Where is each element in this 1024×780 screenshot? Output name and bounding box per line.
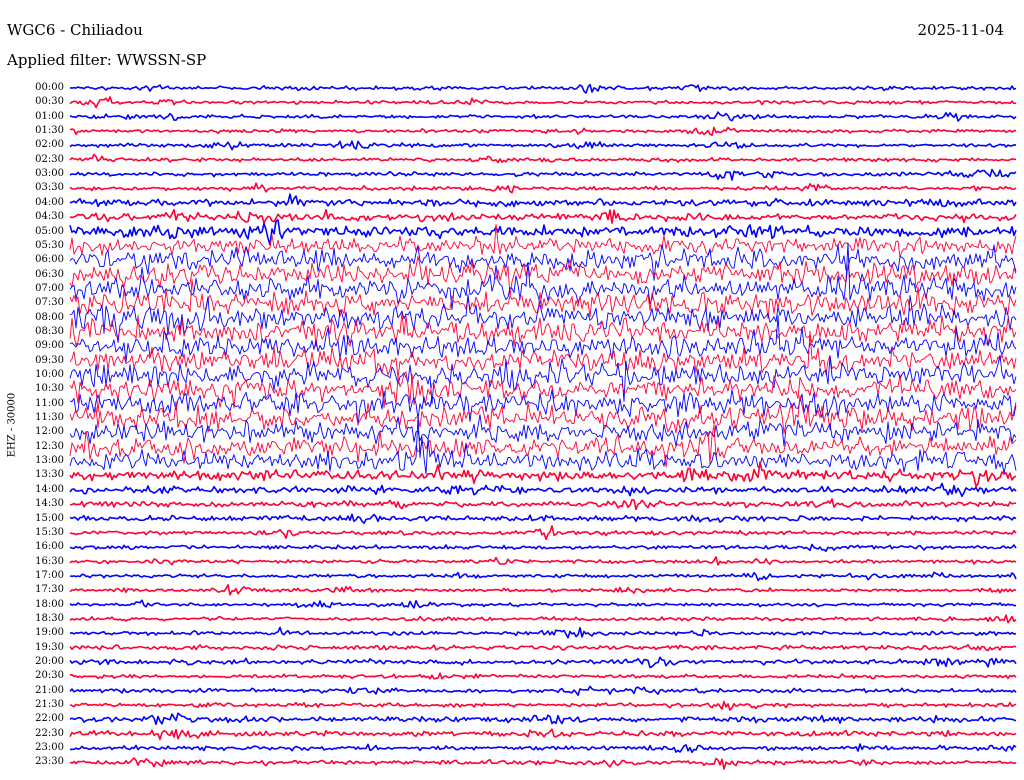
trace-line: [69, 525, 1017, 541]
trace-line: [69, 700, 1017, 711]
trace-line: [69, 728, 1017, 741]
trace-line: [69, 389, 1017, 426]
trace-line: [69, 626, 1017, 639]
trace-line: [69, 584, 1017, 596]
trace-line: [69, 482, 1017, 498]
trace-line: [69, 513, 1017, 524]
trace-line: [69, 244, 1017, 281]
trace-line: [69, 571, 1017, 582]
trace-line: [69, 111, 1017, 122]
trace-line: [69, 168, 1017, 181]
trace-line: [69, 672, 1017, 680]
trace-line: [69, 556, 1017, 566]
trace-line: [69, 757, 1017, 770]
trace-line: [69, 140, 1017, 151]
trace-line: [69, 599, 1016, 609]
trace-line: [69, 416, 1017, 475]
trace-line: [69, 656, 1017, 669]
trace-line: [69, 126, 1017, 136]
trace-line: [69, 644, 1017, 652]
trace-line: [69, 193, 1017, 208]
trace-line: [69, 153, 1017, 164]
trace-line: [69, 461, 1017, 488]
trace-line: [69, 354, 1017, 405]
trace-line: [69, 208, 1017, 224]
trace-line: [69, 315, 1017, 363]
helicorder-page: WGC6 - Chiliadou 2025-11-04 Applied filt…: [0, 0, 1024, 780]
trace-line: [69, 743, 1017, 754]
helicorder-plot: [69, 83, 1017, 770]
trace-line: [69, 96, 1016, 109]
trace-line: [69, 424, 1017, 468]
trace-line: [69, 614, 1017, 624]
trace-line: [69, 498, 1017, 511]
trace-line: [69, 182, 1017, 194]
trace-line: [69, 685, 1017, 696]
trace-line: [69, 414, 1017, 447]
trace-line: [69, 712, 1017, 726]
trace-line: [69, 83, 1017, 94]
trace-line: [69, 543, 1017, 552]
